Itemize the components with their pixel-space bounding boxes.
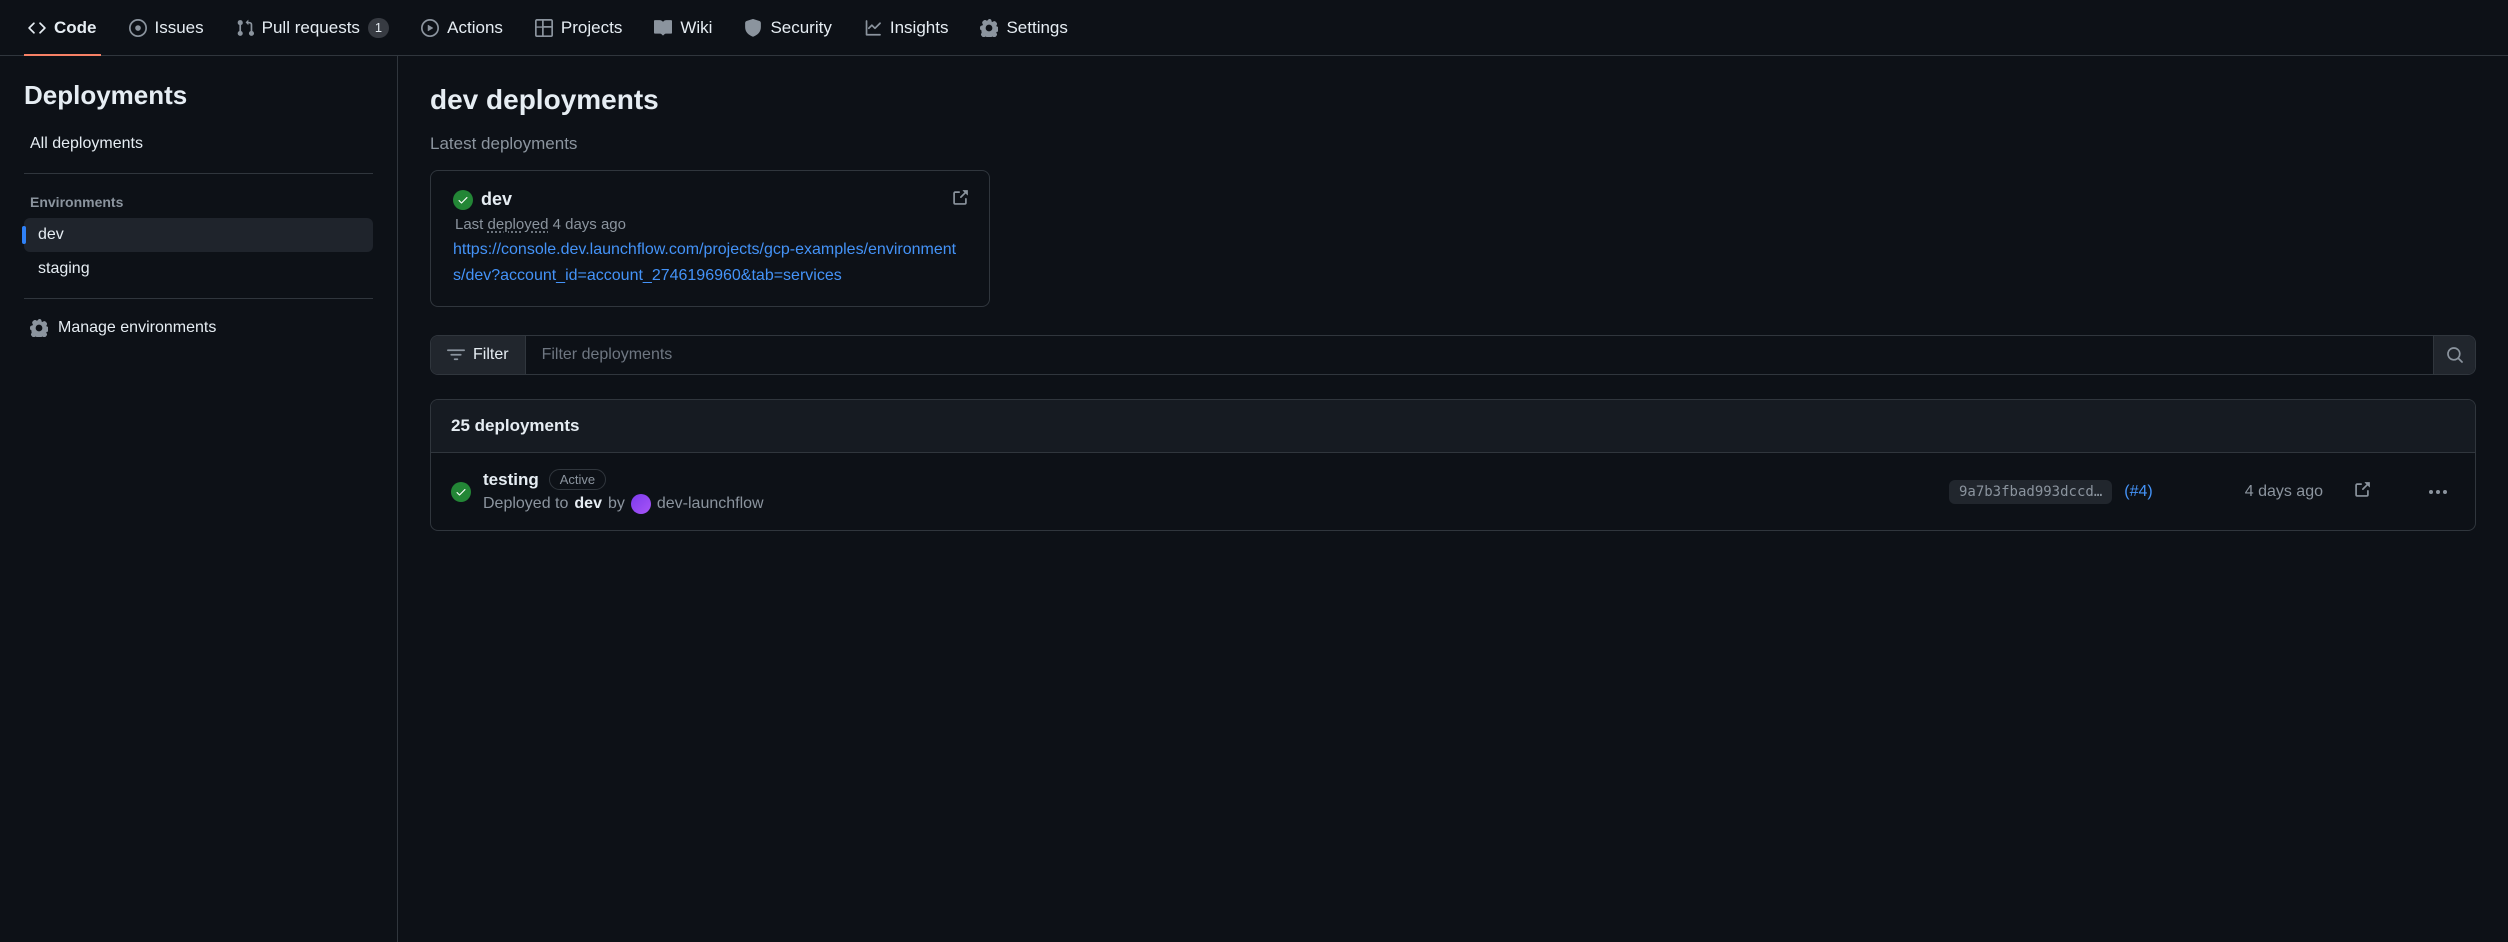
sidebar-env-staging-label: staging [38,260,90,278]
sidebar-env-dev-label: dev [38,226,64,244]
play-icon [421,19,439,37]
search-icon [2446,346,2464,364]
tab-insights[interactable]: Insights [852,0,961,56]
status-success-icon [453,190,473,210]
filter-icon [447,346,465,364]
sidebar-manage-label: Manage environments [58,319,216,337]
divider [24,298,373,299]
filter-button-label: Filter [473,346,509,364]
code-icon [28,19,46,37]
deployment-row: testing Active Deployed to dev by dev-la… [431,453,2475,530]
table-icon [535,19,553,37]
deployment-name[interactable]: testing [483,470,539,490]
graph-icon [864,19,882,37]
actor-link[interactable]: dev-launchflow [657,495,764,513]
tab-issues-label: Issues [155,18,204,38]
sidebar-all-deployments[interactable]: All deployments [16,127,381,161]
divider [24,173,373,174]
latest-env-name[interactable]: dev [481,189,512,210]
sidebar-all-label: All deployments [30,135,143,153]
repo-nav: Code Issues Pull requests 1 Actions Proj… [0,0,2508,56]
latest-deployment-card: dev Last deployed 4 days ago https://con… [430,170,990,307]
tab-security-label: Security [770,18,831,38]
external-link-button[interactable] [2353,481,2371,502]
book-icon [654,19,672,37]
tab-code[interactable]: Code [16,0,109,56]
search-button[interactable] [2433,336,2475,374]
deployment-url-link[interactable]: https://console.dev.launchflow.com/proje… [453,241,956,284]
tab-security[interactable]: Security [732,0,843,56]
tab-code-label: Code [54,18,97,38]
page-title: dev deployments [430,84,2476,116]
deployment-count: 25 deployments [431,400,2475,453]
content: dev deployments Latest deployments dev L… [398,56,2508,942]
tab-insights-label: Insights [890,18,949,38]
issue-icon [129,19,147,37]
deployment-list: 25 deployments testing Active Deployed t… [430,399,2476,531]
tab-projects-label: Projects [561,18,622,38]
filter-bar: Filter [430,335,2476,375]
deploy-env-link[interactable]: dev [574,495,602,513]
tab-actions-label: Actions [447,18,503,38]
sidebar-env-dev[interactable]: dev [24,218,373,252]
tab-projects[interactable]: Projects [523,0,634,56]
kebab-menu-button[interactable] [2421,482,2455,502]
sidebar-env-staging[interactable]: staging [24,252,373,286]
filter-input[interactable] [526,336,2433,374]
tab-wiki[interactable]: Wiki [642,0,724,56]
tab-settings-label: Settings [1006,18,1067,38]
gear-icon [980,19,998,37]
status-badge: Active [549,469,606,490]
pull-request-icon [236,19,254,37]
tab-wiki-label: Wiki [680,18,712,38]
sidebar-title: Deployments [16,80,381,111]
sidebar: Deployments All deployments Environments… [0,56,398,942]
deployed-link[interactable]: deployed [488,216,549,233]
tab-pull-requests[interactable]: Pull requests 1 [224,0,402,56]
time-ago: 4 days ago [2245,483,2323,501]
commit-sha[interactable]: 9a7b3fbad993dccd… [1949,480,2112,504]
tab-settings[interactable]: Settings [968,0,1079,56]
external-link-button[interactable] [951,189,969,210]
latest-subhead: Latest deployments [430,134,2476,154]
pr-link[interactable]: (#4) [2124,483,2152,501]
filter-button[interactable]: Filter [431,336,526,374]
tab-actions[interactable]: Actions [409,0,515,56]
avatar[interactable] [631,494,651,514]
sidebar-env-heading: Environments [16,186,381,218]
gear-icon [30,319,48,337]
shield-icon [744,19,762,37]
status-success-icon [451,482,471,502]
pr-counter: 1 [368,18,389,38]
sidebar-manage-environments[interactable]: Manage environments [16,311,381,345]
last-deploy-line: Last deployed 4 days ago [455,216,967,233]
tab-pr-label: Pull requests [262,18,360,38]
tab-issues[interactable]: Issues [117,0,216,56]
